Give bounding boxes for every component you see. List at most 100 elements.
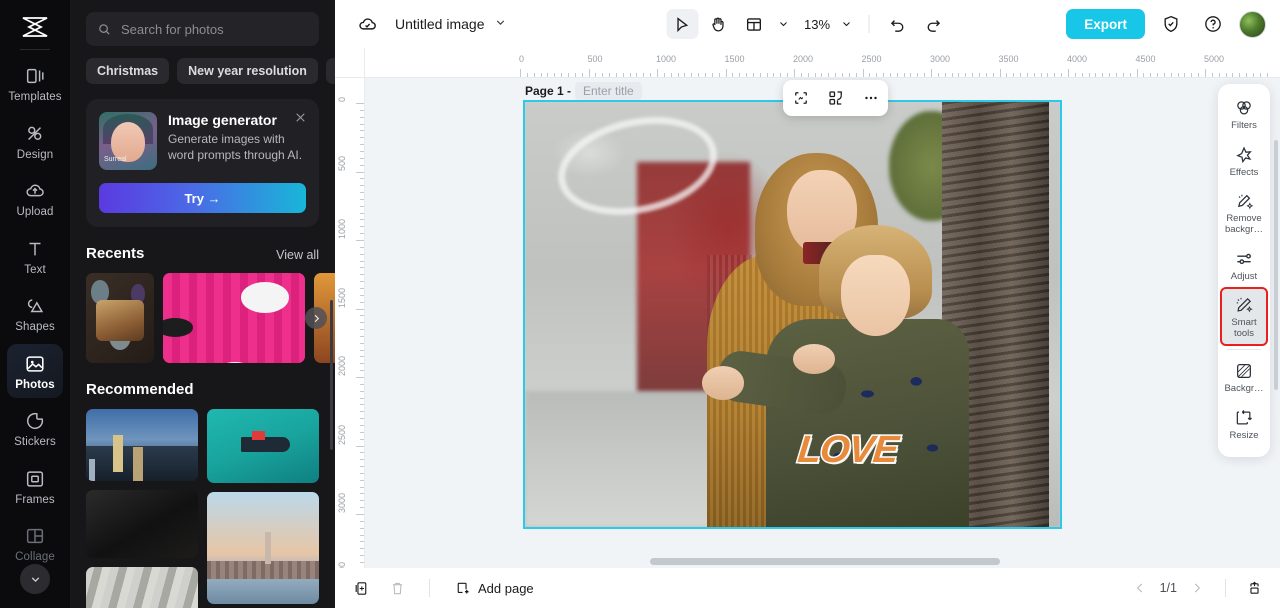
ruler-tick <box>574 73 576 77</box>
panel-scrollbar[interactable] <box>330 300 333 450</box>
ruler-tick <box>360 294 364 296</box>
ruler-tick <box>889 73 891 77</box>
canvas-stage[interactable]: Page 1 - Enter title LOVE <box>365 78 1280 568</box>
recommended-thumb[interactable] <box>207 409 319 483</box>
document-title[interactable]: Untitled image <box>395 16 485 32</box>
select-tool-button[interactable] <box>665 9 698 39</box>
sidebar-item-collage[interactable]: Collage <box>7 516 63 571</box>
crop-smart-select-icon <box>794 92 807 104</box>
redo-button[interactable] <box>917 9 949 39</box>
promo-try-button[interactable]: Try → <box>99 183 306 213</box>
tag-chip[interactable]: New year resolution <box>177 58 318 84</box>
recents-view-all-link[interactable]: View all <box>276 248 319 262</box>
search-input[interactable]: Search for photos <box>86 12 319 46</box>
canvas-horizontal-scrollbar[interactable] <box>650 558 1000 565</box>
promo-close-button[interactable] <box>294 111 307 127</box>
avatar[interactable] <box>1239 10 1266 38</box>
ruler-tick <box>360 150 364 152</box>
sidebar-item-templates[interactable]: Templates <box>7 56 63 111</box>
tool-resize[interactable]: Resize <box>1222 402 1266 447</box>
ruler-tick <box>554 73 556 77</box>
ruler-tick <box>360 260 364 262</box>
ruler-tick <box>360 418 364 420</box>
ruler-tick <box>360 137 364 139</box>
recommended-thumb[interactable] <box>207 492 319 604</box>
ruler-tick-label: 3000 <box>337 492 347 513</box>
page-title-input[interactable]: Enter title <box>575 82 642 100</box>
recents-next-button[interactable] <box>305 307 327 329</box>
rail-divider <box>20 49 50 50</box>
tool-remove-background[interactable]: Remove backgr… <box>1222 185 1266 240</box>
ruler-tick <box>1109 73 1111 77</box>
expand-timeline-button[interactable] <box>1242 576 1266 600</box>
smart-select-button[interactable] <box>788 85 814 111</box>
tag-chip-partial[interactable] <box>325 58 335 84</box>
recent-thumb[interactable] <box>86 273 154 363</box>
sidebar-item-upload[interactable]: Upload <box>7 171 63 226</box>
recent-thumb[interactable] <box>163 273 305 363</box>
recommended-thumb[interactable] <box>86 409 198 481</box>
tool-effects[interactable]: Effects <box>1222 139 1266 184</box>
layout-icon <box>746 17 761 31</box>
search-icon <box>99 23 110 35</box>
ruler-tick <box>360 520 364 522</box>
ruler-tick-label: 500 <box>337 155 347 171</box>
sidebar-item-design[interactable]: Design <box>7 114 63 169</box>
recommended-thumb[interactable] <box>86 490 198 558</box>
sidebar-item-text[interactable]: Text <box>7 229 63 284</box>
undo-button[interactable] <box>881 9 913 39</box>
ruler-tick <box>602 73 604 77</box>
layout-tool-button[interactable] <box>738 9 770 39</box>
ruler-tick <box>1150 73 1152 77</box>
right-panel-scrollbar[interactable] <box>1274 140 1278 390</box>
sidebar-item-photos[interactable]: Photos <box>7 343 63 398</box>
replace-image-button[interactable] <box>823 85 849 111</box>
tool-filters[interactable]: Filters <box>1222 92 1266 137</box>
sidebar-item-frames[interactable]: Frames <box>7 459 63 514</box>
add-page-button[interactable]: Add page <box>454 580 534 597</box>
ruler-tick <box>657 69 658 77</box>
layout-dropdown-button[interactable] <box>774 9 792 39</box>
duplicate-page-button[interactable] <box>349 576 373 600</box>
delete-page-button[interactable] <box>385 576 409 600</box>
rail-expand-button[interactable] <box>20 564 50 594</box>
ruler-tick <box>1047 73 1049 77</box>
export-button[interactable]: Export <box>1066 9 1145 39</box>
ruler-tick <box>360 493 364 495</box>
next-page-button[interactable] <box>1185 576 1209 600</box>
hand-tool-button[interactable] <box>702 9 734 39</box>
zoom-level[interactable]: 13% <box>804 17 830 32</box>
ruler-tick <box>1232 73 1234 77</box>
ruler-tick <box>360 424 364 426</box>
more-options-button[interactable] <box>858 85 884 111</box>
sidebar-item-stickers[interactable]: Stickers <box>7 401 63 456</box>
tool-background[interactable]: Backgr… <box>1222 355 1266 400</box>
effects-icon <box>1236 146 1252 163</box>
trash-icon <box>392 582 402 594</box>
page-indicator: 1/1 <box>1159 581 1177 595</box>
ruler-tick <box>1218 73 1220 77</box>
cloud-saved-button[interactable] <box>351 9 383 39</box>
ruler-tick <box>356 240 364 241</box>
ruler-tick <box>360 500 364 502</box>
tag-chip[interactable]: Christmas <box>86 58 170 84</box>
floating-element-toolbar <box>783 80 888 116</box>
ruler-tick-label: 2000 <box>793 54 814 64</box>
ruler-tick <box>360 548 364 550</box>
capcut-logo-icon[interactable] <box>18 14 52 40</box>
document-title-menu-button[interactable] <box>494 16 507 32</box>
tool-smart-tools[interactable]: Smart tools <box>1220 287 1268 347</box>
ruler-tick <box>732 73 734 77</box>
prev-page-button[interactable] <box>1128 576 1152 600</box>
zoom-dropdown-button[interactable] <box>836 9 856 39</box>
recommended-thumb[interactable] <box>86 567 198 608</box>
sidebar-item-shapes[interactable]: Shapes <box>7 286 63 341</box>
ruler-tick <box>360 534 364 536</box>
sidebar-label: Upload <box>16 206 54 218</box>
artboard[interactable]: LOVE <box>523 100 1062 529</box>
ruler-tick <box>1013 73 1015 77</box>
love-text-overlay[interactable]: LOVE <box>794 428 961 473</box>
tool-adjust[interactable]: Adjust <box>1222 243 1266 288</box>
privacy-shield-button[interactable] <box>1155 9 1187 39</box>
help-button[interactable] <box>1197 9 1229 39</box>
